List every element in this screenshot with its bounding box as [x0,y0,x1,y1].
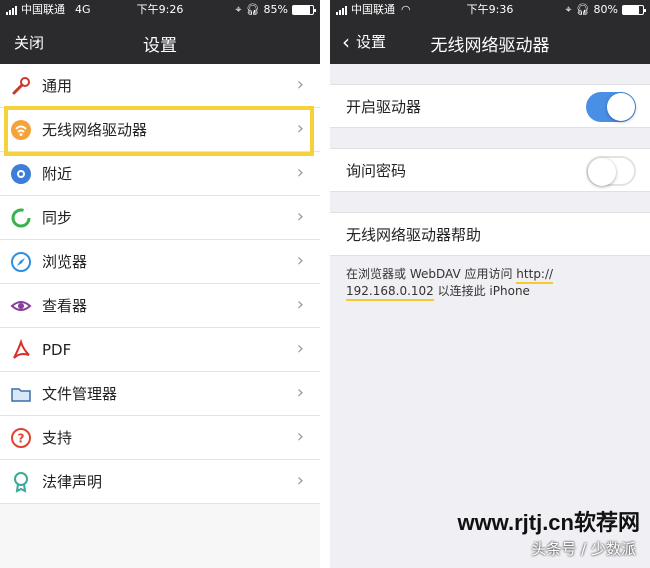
settings-item-label: 同步 [42,209,73,227]
settings-item[interactable]: 查看器 › [0,284,320,328]
pdf-icon [8,337,34,363]
eye-icon [8,293,34,319]
headphones-icon: 🎧︎ [245,3,260,16]
chevron-right-icon: › [296,250,304,271]
battery-percent: 85% [263,3,288,16]
chevron-right-icon: › [296,338,304,359]
watermark-site: www.rjtj.cn软荐网 [457,510,640,535]
ask-password-toggle[interactable] [586,156,636,186]
nav-bar: 中国联通 4G 下午9:26 ⌖ 🎧︎ 85% 关闭 设置 [0,0,320,64]
chevron-right-icon: › [296,74,304,95]
settings-screen: 中国联通 4G 下午9:26 ⌖ 🎧︎ 85% 关闭 设置 通用 › 无线网络驱动器… [0,0,320,568]
settings-item-label: PDF [42,340,72,359]
ask-password-row: 询问密码 [330,148,650,192]
settings-item-label: 支持 [42,429,73,447]
watermark-source: 头条号 / 少数派 [531,540,636,558]
settings-item-label: 文件管理器 [42,385,118,403]
battery-icon [292,5,316,15]
help-row[interactable]: 无线网络驱动器帮助 [330,212,650,256]
battery-percent: 80% [593,3,618,16]
ask-password-label: 询问密码 [346,161,407,180]
ip-address: 192.168.0.102 [346,284,434,301]
settings-item[interactable]: ? 支持 › [0,416,320,460]
location-icon: ⌖ [235,3,242,16]
settings-item[interactable]: 同步 › [0,196,320,240]
settings-item[interactable]: 法律声明 › [0,460,320,504]
location-icon: ⌖ [565,3,572,16]
enable-driver-row: 开启驱动器 [330,84,650,128]
settings-item-label: 法律声明 [42,473,103,491]
chevron-right-icon: › [296,294,304,315]
settings-item-label: 通用 [42,77,73,95]
compass-icon [8,249,34,275]
enable-driver-toggle[interactable] [586,92,636,122]
enable-driver-label: 开启驱动器 [346,97,422,116]
connection-info: 在浏览器或 WebDAV 应用访问 http:// 192.168.0.102 … [330,256,650,310]
settings-item[interactable]: 通用 › [0,64,320,108]
chevron-right-icon: › [296,162,304,183]
folder-icon [8,381,34,407]
settings-item-label: 附近 [42,165,73,183]
page-title: 无线网络驱动器 [430,36,550,56]
help-label: 无线网络驱动器帮助 [346,225,482,244]
wireless-drive-screen: 中国联通 ◠ 下午9:36 ⌖ 🎧︎ 80% ‹ 设置 无线网络驱动器 开启驱动… [330,0,650,568]
wrench-icon [8,73,34,99]
settings-item[interactable]: PDF › [0,328,320,372]
question-icon: ? [8,425,34,451]
status-bar: 中国联通 ◠ 下午9:36 ⌖ 🎧︎ 80% [330,0,650,20]
chevron-right-icon: › [296,206,304,227]
settings-item-label: 查看器 [42,297,88,315]
url-part1: http:// [516,267,554,284]
chevron-right-icon: › [296,426,304,447]
nav-bar: 中国联通 ◠ 下午9:36 ⌖ 🎧︎ 80% ‹ 设置 无线网络驱动器 [330,0,650,64]
settings-item-label: 浏览器 [42,253,88,271]
svg-text:?: ? [18,431,25,445]
highlight-box [4,106,314,156]
ribbon-icon [8,469,34,495]
settings-item[interactable]: 附近 › [0,152,320,196]
page-title: 设置 [143,36,177,56]
chevron-right-icon: › [296,470,304,491]
headphones-icon: 🎧︎ [575,3,590,16]
chevron-right-icon: › [296,382,304,403]
settings-item[interactable]: 浏览器 › [0,240,320,284]
nearby-icon [8,161,34,187]
battery-icon [622,5,646,15]
settings-item[interactable]: 文件管理器 › [0,372,320,416]
status-bar: 中国联通 4G 下午9:26 ⌖ 🎧︎ 85% [0,0,320,20]
sync-icon [8,205,34,231]
